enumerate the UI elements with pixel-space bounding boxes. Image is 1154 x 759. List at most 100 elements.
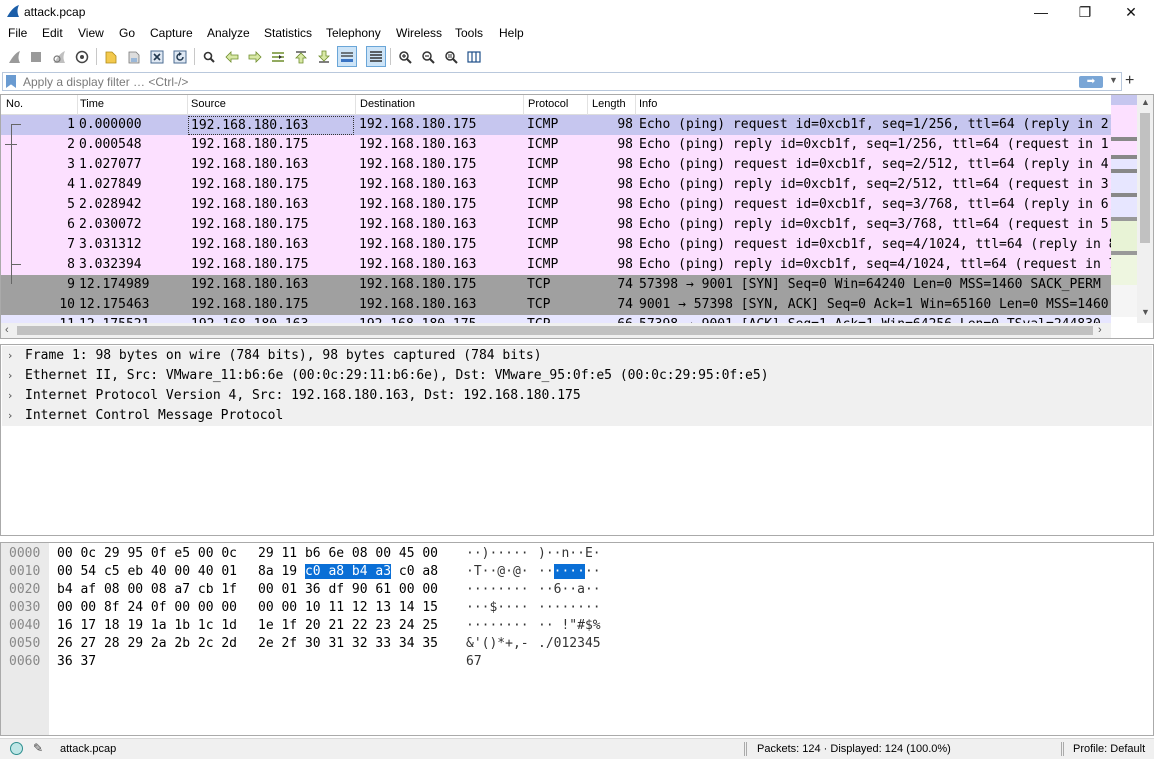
byte-row[interactable]: 0060 36 37 67 (1, 653, 701, 671)
chevron-right-icon[interactable]: › (8, 389, 12, 402)
hex-bytes: b4 af 08 00 08 a7 cb 1f (57, 582, 238, 597)
cell-info: 57398 → 9001 [SYN] Seq=0 Win=64240 Len=0… (639, 277, 1101, 292)
byte-row[interactable]: 0010 00 54 c5 eb 40 00 40 01 8a 19 c0 a8 b… (1, 563, 701, 581)
filter-history-dropdown[interactable]: ▼ (1109, 75, 1118, 85)
scroll-thumb[interactable] (1140, 113, 1150, 243)
cell-destination: 192.168.180.175 (359, 117, 477, 132)
byte-row[interactable]: 0040 16 17 18 19 1a 1b 1c 1d 1e 1f 20 21 2… (1, 617, 701, 635)
ascii-bytes: ········ (466, 582, 529, 597)
autoscroll-icon[interactable] (337, 46, 357, 67)
column-header-info[interactable]: Info (635, 98, 657, 110)
scroll-up-icon[interactable]: ▲ (1141, 97, 1150, 107)
zoom-out-icon[interactable] (418, 46, 438, 67)
column-header-no[interactable]: No. (2, 98, 23, 110)
apply-filter-button[interactable]: ➡ (1079, 76, 1103, 88)
column-header-time[interactable]: Time (76, 98, 104, 110)
column-header-length[interactable]: Length (588, 98, 626, 110)
packet-row[interactable]: 3 1.027077 192.168.180.163 192.168.180.175 I… (1, 155, 1111, 175)
status-separator[interactable] (1061, 742, 1064, 756)
close-file-icon[interactable] (147, 46, 167, 67)
packet-row[interactable]: 4 1.027849 192.168.180.175 192.168.180.163 I… (1, 175, 1111, 195)
open-file-icon[interactable] (101, 46, 121, 67)
column-header-protocol[interactable]: Protocol (524, 98, 568, 110)
start-capture-icon[interactable] (4, 46, 24, 67)
menu-wireless[interactable]: Wireless (396, 26, 442, 40)
bookmark-icon[interactable] (6, 75, 16, 88)
restart-capture-icon[interactable] (49, 46, 69, 67)
status-profile[interactable]: Profile: Default (1073, 743, 1145, 755)
display-filter-input[interactable] (23, 74, 1063, 89)
scroll-right-icon[interactable]: › (1098, 324, 1102, 336)
menu-bar: File Edit View Go Capture Analyze Statis… (0, 24, 1154, 44)
byte-row[interactable]: 0050 26 27 28 29 2a 2b 2c 2d 2e 2f 30 31 3… (1, 635, 701, 653)
chevron-right-icon[interactable]: › (8, 409, 12, 422)
colorize-icon[interactable] (366, 46, 386, 67)
hex-bytes: 8a 19 (258, 564, 305, 579)
cell-time: 2.030072 (79, 217, 142, 232)
packet-row[interactable]: 9 12.174989 192.168.180.163 192.168.180.175… (1, 275, 1111, 295)
cell-destination: 192.168.180.175 (359, 277, 477, 292)
zoom-in-icon[interactable] (395, 46, 415, 67)
reload-file-icon[interactable] (170, 46, 190, 67)
scroll-left-icon[interactable]: ‹ (5, 324, 9, 336)
hex-bytes: 00 0c 29 95 0f e5 00 0c (57, 546, 238, 561)
byte-row[interactable]: 0030 00 00 8f 24 0f 00 00 00 00 00 10 11 1… (1, 599, 701, 617)
status-separator[interactable] (744, 742, 747, 756)
packet-minimap[interactable] (1111, 95, 1137, 317)
close-button[interactable]: ✕ (1108, 0, 1154, 24)
add-filter-button[interactable]: + (1125, 72, 1134, 90)
expert-info-icon[interactable] (10, 742, 23, 755)
chevron-right-icon[interactable]: › (8, 369, 12, 382)
packet-row[interactable]: 7 3.031312 192.168.180.163 192.168.180.175 I… (1, 235, 1111, 255)
byte-row[interactable]: 0020 b4 af 08 00 08 a7 cb 1f 00 01 36 df 9… (1, 581, 701, 599)
go-back-icon[interactable] (222, 46, 242, 67)
packet-row[interactable]: 8 3.032394 192.168.180.175 192.168.180.163 I… (1, 255, 1111, 275)
capture-options-icon[interactable] (72, 46, 92, 67)
stop-capture-icon[interactable] (26, 46, 46, 67)
cell-time: 1.027077 (79, 157, 142, 172)
menu-tools[interactable]: Tools (455, 26, 483, 40)
scroll-down-icon[interactable]: ▼ (1141, 307, 1150, 317)
detail-row-ipv4[interactable]: › Internet Protocol Version 4, Src: 192.… (2, 386, 1152, 406)
hex-bytes: 00 54 c5 eb 40 00 40 01 (57, 564, 238, 579)
cell-no: 3 (67, 157, 75, 172)
menu-file[interactable]: File (8, 26, 27, 40)
go-forward-icon[interactable] (245, 46, 265, 67)
go-to-packet-icon[interactable] (268, 46, 288, 67)
detail-row-icmp[interactable]: › Internet Control Message Protocol (2, 406, 1152, 426)
packet-row[interactable]: 1 0.000000 192.168.180.163 192.168.180.175 I… (1, 115, 1111, 135)
restore-button[interactable]: ❐ (1062, 0, 1108, 24)
packet-list-vscrollbar[interactable]: ▲ ▼ (1137, 95, 1153, 323)
chevron-right-icon[interactable]: › (8, 349, 12, 362)
menu-capture[interactable]: Capture (150, 26, 193, 40)
menu-analyze[interactable]: Analyze (207, 26, 250, 40)
menu-edit[interactable]: Edit (42, 26, 63, 40)
detail-row-ethernet[interactable]: › Ethernet II, Src: VMware_11:b6:6e (00:… (2, 366, 1152, 386)
menu-telephony[interactable]: Telephony (326, 26, 381, 40)
menu-view[interactable]: View (78, 26, 104, 40)
normal-size-icon[interactable] (441, 46, 461, 67)
cell-info: Echo (ping) reply id=0xcb1f, seq=4/1024,… (639, 257, 1111, 272)
packet-list-hscrollbar[interactable]: ‹ › (1, 323, 1111, 338)
cell-source: 192.168.180.163 (191, 277, 309, 292)
packet-row[interactable]: 6 2.030072 192.168.180.175 192.168.180.163 I… (1, 215, 1111, 235)
capture-comment-icon[interactable]: ✎ (33, 741, 43, 755)
first-packet-icon[interactable] (291, 46, 311, 67)
menu-help[interactable]: Help (499, 26, 524, 40)
last-packet-icon[interactable] (314, 46, 334, 67)
packet-row[interactable]: 10 12.175463 192.168.180.175 192.168.180.16… (1, 295, 1111, 315)
detail-row-frame[interactable]: › Frame 1: 98 bytes on wire (784 bits), … (2, 346, 1152, 366)
cell-protocol: ICMP (527, 237, 559, 252)
minimize-button[interactable]: — (1018, 0, 1064, 24)
menu-go[interactable]: Go (119, 26, 135, 40)
menu-statistics[interactable]: Statistics (264, 26, 312, 40)
resize-columns-icon[interactable] (464, 46, 484, 67)
find-packet-icon[interactable] (199, 46, 219, 67)
save-file-icon[interactable] (124, 46, 144, 67)
packet-row[interactable]: 2 0.000548 192.168.180.175 192.168.180.163 I… (1, 135, 1111, 155)
column-header-source[interactable]: Source (187, 98, 226, 110)
scroll-thumb[interactable] (17, 326, 1093, 335)
column-header-destination[interactable]: Destination (356, 98, 415, 110)
byte-row[interactable]: 0000 00 0c 29 95 0f e5 00 0c 29 11 b6 6e 0… (1, 545, 701, 563)
packet-row[interactable]: 5 2.028942 192.168.180.163 192.168.180.175 I… (1, 195, 1111, 215)
